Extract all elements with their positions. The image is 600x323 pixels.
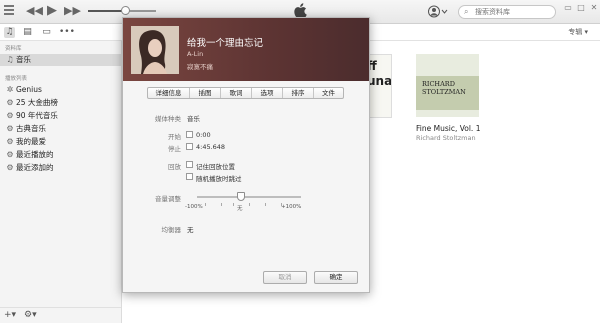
sidebar-item-top25[interactable]: ⚙ 25 大金曲榜 — [0, 97, 121, 109]
sidebar-item-music[interactable]: ♫ 音乐 — [0, 54, 121, 66]
tab-details[interactable]: 详细信息 — [148, 88, 190, 98]
volume-adjust-knob[interactable] — [237, 192, 245, 201]
media-kind-label: 媒体种类 — [155, 115, 181, 123]
slider-tick — [233, 203, 234, 206]
sidebar-item-recently-added[interactable]: ⚙ 最近添加的 — [0, 162, 121, 174]
user-icon — [428, 5, 448, 18]
sidebar-item-favorites[interactable]: ⚙ 我的最爱 — [0, 136, 121, 148]
start-label: 开始 — [168, 133, 181, 141]
sidebar-item-label: 最近播放的 — [16, 150, 54, 159]
volume-slider-fill — [88, 10, 126, 12]
gear-icon: ⚙ — [6, 98, 14, 107]
volume-max-label: +100% — [281, 204, 302, 210]
sidebar-item-classical[interactable]: ⚙ 古典音乐 — [0, 123, 121, 135]
start-checkbox[interactable] — [186, 131, 193, 138]
sidebar-item-label: 25 大金曲榜 — [16, 98, 58, 107]
volume-min-label: -100% — [185, 204, 203, 210]
equalizer-value[interactable]: 无 — [187, 224, 194, 234]
dialog-tabs: 详细信息 插图 歌词 选项 排序 文件 — [147, 87, 344, 99]
sort-dropdown[interactable]: 专辑 ▾ — [568, 27, 588, 37]
next-track-icon[interactable]: ▶▶ — [64, 4, 81, 18]
artwork-portrait — [131, 26, 179, 74]
volume-adjust-label: 音量调整 — [155, 195, 181, 203]
playback-label: 回放 — [168, 163, 181, 171]
genius-atom-icon: ✲ — [6, 85, 14, 94]
album-title[interactable]: Fine Music, Vol. 1 — [416, 124, 480, 133]
sidebar-item-label: Genius — [16, 85, 42, 94]
tab-options[interactable]: 选项 — [252, 88, 283, 98]
media-kind-value[interactable]: 音乐 — [187, 113, 200, 123]
sidebar-item-label: 我的最爱 — [16, 137, 46, 146]
account-button[interactable] — [428, 5, 448, 18]
stop-time-value[interactable]: 4:45.648 — [196, 143, 225, 151]
sidebar-item-recently-played[interactable]: ⚙ 最近播放的 — [0, 149, 121, 161]
album-artist[interactable]: Richard Stoltzman — [416, 134, 476, 142]
slider-tick — [205, 203, 206, 206]
sidebar: 资料库 ♫ 音乐 播放列表 ✲ Genius ⚙ 25 大金曲榜 ⚙ 90 年代… — [0, 41, 122, 323]
skip-shuffle-checkbox[interactable] — [186, 173, 193, 180]
start-time-value[interactable]: 0:00 — [196, 131, 211, 139]
cancel-button[interactable]: 取消 — [263, 271, 307, 284]
dialog-artist: A-Lin — [187, 50, 204, 58]
tab-file[interactable]: 文件 — [314, 88, 343, 98]
slider-tick — [221, 203, 222, 206]
playlists-heading: 播放列表 — [5, 76, 28, 82]
restore-icon[interactable]: □ — [576, 3, 586, 13]
equalizer-label: 均衡器 — [161, 226, 182, 234]
volume-slider[interactable] — [88, 6, 156, 15]
gear-icon: ⚙ — [6, 137, 14, 146]
search-field[interactable]: ⌕ — [458, 5, 556, 19]
gear-icon[interactable]: ⚙▾ — [24, 310, 37, 320]
more-icon[interactable]: ••• — [59, 27, 75, 38]
music-note-icon: ♫ — [6, 55, 14, 64]
volume-adjust-slider[interactable] — [197, 196, 301, 198]
gear-icon: ⚙ — [6, 150, 14, 159]
tab-artwork[interactable]: 插图 — [190, 88, 221, 98]
dialog-album: 寂寞不痛 — [187, 63, 213, 71]
minimize-icon[interactable]: ▭ — [563, 3, 573, 13]
tab-sorting[interactable]: 排序 — [283, 88, 314, 98]
skip-shuffle-label: 随机播放时跳过 — [196, 175, 242, 183]
album-cover[interactable]: RICHARD STOLTZMAN — [416, 54, 479, 117]
sidebar-item-label: 音乐 — [16, 55, 31, 64]
library-heading: 资料库 — [5, 46, 22, 52]
menu-icon[interactable] — [4, 5, 14, 15]
song-info-dialog: 给我一个理由忘记 A-Lin 寂寞不痛 详细信息 插图 歌词 选项 排序 文件 … — [122, 17, 370, 293]
movies-icon[interactable]: ▤ — [22, 27, 33, 38]
add-playlist-icon[interactable]: +▾ — [4, 310, 16, 320]
volume-mid-label: 无 — [237, 206, 243, 212]
previous-track-icon[interactable]: ◀◀ — [26, 4, 43, 18]
sidebar-item-label: 90 年代音乐 — [16, 111, 58, 120]
sidebar-footer: +▾ ⚙▾ — [0, 307, 121, 323]
gear-icon: ⚙ — [6, 124, 14, 133]
music-note-icon[interactable]: ♫ — [4, 27, 15, 38]
sidebar-item-genius[interactable]: ✲ Genius — [0, 84, 121, 96]
itunes-window: ◀◀ ▶ ▶▶ ⌕ ▭ □ ✕ ♫ ▤ ▭ ••• — [0, 0, 600, 323]
search-icon: ⌕ — [464, 7, 469, 16]
album-cover-text: RICHARD STOLTZMAN — [422, 80, 466, 96]
stop-label: 停止 — [168, 145, 181, 153]
stop-checkbox[interactable] — [186, 143, 193, 150]
sidebar-item-label: 古典音乐 — [16, 124, 46, 133]
album-cover-text: ff una — [367, 59, 392, 88]
sidebar-item-90s[interactable]: ⚙ 90 年代音乐 — [0, 110, 121, 122]
tv-icon[interactable]: ▭ — [41, 27, 52, 38]
song-artwork — [131, 26, 179, 74]
remember-position-checkbox[interactable] — [186, 161, 193, 168]
ok-button[interactable]: 确定 — [314, 271, 358, 284]
search-input[interactable] — [475, 7, 553, 17]
dialog-header: 给我一个理由忘记 A-Lin 寂寞不痛 — [123, 18, 369, 81]
slider-tick — [249, 203, 250, 206]
close-icon[interactable]: ✕ — [589, 3, 599, 13]
tab-lyrics[interactable]: 歌词 — [221, 88, 252, 98]
play-icon[interactable]: ▶ — [47, 4, 57, 18]
gear-icon: ⚙ — [6, 163, 14, 172]
gear-icon: ⚙ — [6, 111, 14, 120]
dialog-song-title: 给我一个理由忘记 — [187, 38, 264, 49]
volume-slider-knob[interactable] — [121, 6, 131, 15]
slider-tick — [265, 203, 266, 206]
sidebar-item-label: 最近添加的 — [16, 163, 54, 172]
remember-position-label: 记住回放位置 — [196, 163, 235, 171]
